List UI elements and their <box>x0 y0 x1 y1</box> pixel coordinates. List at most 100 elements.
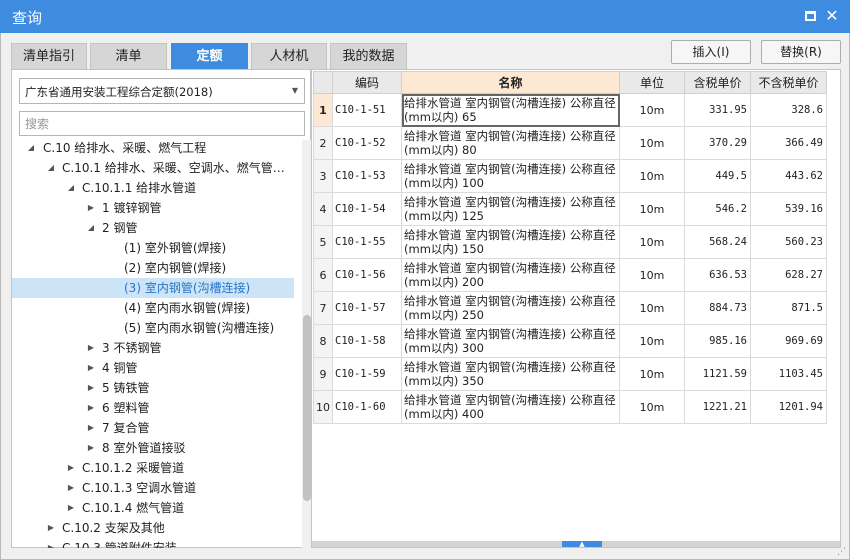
insert-button[interactable]: 插入(I) <box>671 40 751 64</box>
price-tax-cell[interactable]: 331.95 <box>684 93 751 127</box>
tab-labor-material-machine[interactable]: 人材机 <box>251 43 327 69</box>
horizontal-scrollbar[interactable]: ▲ <box>312 541 840 548</box>
tree-toggle-icon[interactable]: ▶ <box>86 338 96 358</box>
code-cell[interactable]: C10-1-57 <box>332 291 402 325</box>
tab-quota[interactable]: 定额 <box>171 43 248 69</box>
price-notax-cell[interactable]: 1201.94 <box>750 390 827 424</box>
price-notax-cell[interactable]: 443.62 <box>750 159 827 193</box>
name-cell[interactable]: 给排水管道 室内钢管(沟槽连接) 公称直径(mm以内) 125 <box>401 192 620 226</box>
tree-node[interactable]: (4) 室内雨水钢管(焊接) <box>12 298 294 318</box>
tree-toggle-icon[interactable]: ▶ <box>86 378 96 398</box>
name-cell[interactable]: 给排水管道 室内钢管(沟槽连接) 公称直径(mm以内) 300 <box>401 324 620 358</box>
name-cell[interactable]: 给排水管道 室内钢管(沟槽连接) 公称直径(mm以内) 350 <box>401 357 620 391</box>
name-cell[interactable]: 给排水管道 室内钢管(沟槽连接) 公称直径(mm以内) 400 <box>401 390 620 424</box>
name-cell[interactable]: 给排水管道 室内钢管(沟槽连接) 公称直径(mm以内) 80 <box>401 126 620 160</box>
price-tax-cell[interactable]: 568.24 <box>684 225 751 259</box>
tree-node[interactable]: ▶ 4 铜管 <box>12 358 294 378</box>
tree-toggle-icon[interactable]: ▶ <box>46 538 56 548</box>
price-notax-cell[interactable]: 628.27 <box>750 258 827 292</box>
unit-cell[interactable]: 10m <box>619 159 685 193</box>
price-notax-cell[interactable]: 560.23 <box>750 225 827 259</box>
table-row[interactable]: 2 C10-1-52 给排水管道 室内钢管(沟槽连接) 公称直径(mm以内) 80 1… <box>313 126 827 160</box>
price-notax-cell[interactable]: 1103.45 <box>750 357 827 391</box>
tab-bill[interactable]: 清单 <box>90 43 167 69</box>
tree-node-selected[interactable]: (3) 室内钢管(沟槽连接) <box>12 278 294 298</box>
row-index-cell[interactable]: 9 <box>313 357 333 391</box>
name-cell[interactable]: 给排水管道 室内钢管(沟槽连接) 公称直径(mm以内) 150 <box>401 225 620 259</box>
resize-grip-icon[interactable]: ⋰ <box>837 547 847 557</box>
search-field[interactable] <box>19 111 305 136</box>
tree-toggle-icon[interactable]: ▶ <box>86 418 96 438</box>
tree-node[interactable]: ▶ 3 不锈钢管 <box>12 338 294 358</box>
tree-toggle-icon[interactable]: ▶ <box>86 358 96 378</box>
chevron-up-icon[interactable]: ▲ <box>562 541 602 548</box>
price-tax-cell[interactable]: 636.53 <box>684 258 751 292</box>
price-tax-cell[interactable]: 884.73 <box>684 291 751 325</box>
tree-toggle-icon[interactable]: ▶ <box>46 518 56 538</box>
price-notax-cell[interactable]: 328.6 <box>750 93 827 127</box>
tree-node[interactable]: ▶ 5 铸铁管 <box>12 378 294 398</box>
row-index-cell[interactable]: 4 <box>313 192 333 226</box>
code-cell[interactable]: C10-1-56 <box>332 258 402 292</box>
unit-cell[interactable]: 10m <box>619 357 685 391</box>
tree-toggle-icon[interactable]: ▶ <box>66 458 76 478</box>
tree-toggle-icon[interactable]: ◢ <box>86 218 96 238</box>
tab-bill-guide[interactable]: 清单指引 <box>11 43 87 69</box>
unit-cell[interactable]: 10m <box>619 126 685 160</box>
tree-node[interactable]: ▶ C.10.1.4 燃气管道 <box>12 498 294 518</box>
tree-node[interactable]: ▶ 6 塑料管 <box>12 398 294 418</box>
tree-node[interactable]: ▶ C.10.1.2 采暖管道 <box>12 458 294 478</box>
code-cell[interactable]: C10-1-54 <box>332 192 402 226</box>
tree-node[interactable]: (2) 室内钢管(焊接) <box>12 258 294 278</box>
unit-cell[interactable]: 10m <box>619 93 685 127</box>
table-row[interactable]: 1 C10-1-51 给排水管道 室内钢管(沟槽连接) 公称直径(mm以内) 65 1… <box>313 93 827 127</box>
col-header-price-notax[interactable]: 不含税单价 <box>750 71 827 94</box>
maximize-icon[interactable] <box>803 9 817 23</box>
tree-scrollbar[interactable] <box>302 140 311 548</box>
row-index-cell[interactable]: 7 <box>313 291 333 325</box>
tree-node[interactable]: ▶ C.10.1.3 空调水管道 <box>12 478 294 498</box>
row-index-cell[interactable]: 6 <box>313 258 333 292</box>
name-cell[interactable]: 给排水管道 室内钢管(沟槽连接) 公称直径(mm以内) 65 <box>401 93 620 127</box>
row-index-cell[interactable]: 1 <box>313 93 333 127</box>
price-tax-cell[interactable]: 985.16 <box>684 324 751 358</box>
row-index-cell[interactable]: 3 <box>313 159 333 193</box>
unit-cell[interactable]: 10m <box>619 258 685 292</box>
tree-node[interactable]: ◢ C.10.1 给排水、采暖、空调水、燃气管… <box>12 158 294 178</box>
tree-node[interactable]: ◢ C.10.1.1 给排水管道 <box>12 178 294 198</box>
scrollbar-thumb[interactable] <box>303 315 311 501</box>
name-cell[interactable]: 给排水管道 室内钢管(沟槽连接) 公称直径(mm以内) 200 <box>401 258 620 292</box>
table-row[interactable]: 9 C10-1-59 给排水管道 室内钢管(沟槽连接) 公称直径(mm以内) 350… <box>313 357 827 391</box>
replace-button[interactable]: 替换(R) <box>761 40 841 64</box>
col-header-name[interactable]: 名称 <box>401 71 620 94</box>
tree-node[interactable]: ▶ 7 复合管 <box>12 418 294 438</box>
price-tax-cell[interactable]: 546.2 <box>684 192 751 226</box>
unit-cell[interactable]: 10m <box>619 291 685 325</box>
tree-toggle-icon[interactable]: ▶ <box>86 398 96 418</box>
tree-toggle-icon[interactable]: ▶ <box>86 198 96 218</box>
price-tax-cell[interactable]: 449.5 <box>684 159 751 193</box>
tree-node[interactable]: (1) 室外钢管(焊接) <box>12 238 294 258</box>
tree-node[interactable]: ▶ C.10.2 支架及其他 <box>12 518 294 538</box>
tree-node[interactable]: ▶ C.10.3 管道附件安装 <box>12 538 294 548</box>
tree-node[interactable]: ◢ 2 钢管 <box>12 218 294 238</box>
price-notax-cell[interactable]: 539.16 <box>750 192 827 226</box>
code-cell[interactable]: C10-1-55 <box>332 225 402 259</box>
table-row[interactable]: 7 C10-1-57 给排水管道 室内钢管(沟槽连接) 公称直径(mm以内) 250… <box>313 291 827 325</box>
table-row[interactable]: 10 C10-1-60 给排水管道 室内钢管(沟槽连接) 公称直径(mm以内) 40… <box>313 390 827 424</box>
price-tax-cell[interactable]: 1121.59 <box>684 357 751 391</box>
tree-toggle-icon[interactable]: ▶ <box>66 478 76 498</box>
search-input[interactable] <box>20 112 304 135</box>
col-header-code[interactable]: 编码 <box>332 71 402 94</box>
price-tax-cell[interactable]: 370.29 <box>684 126 751 160</box>
name-cell[interactable]: 给排水管道 室内钢管(沟槽连接) 公称直径(mm以内) 250 <box>401 291 620 325</box>
code-cell[interactable]: C10-1-60 <box>332 390 402 424</box>
table-row[interactable]: 8 C10-1-58 给排水管道 室内钢管(沟槽连接) 公称直径(mm以内) 300… <box>313 324 827 358</box>
unit-cell[interactable]: 10m <box>619 324 685 358</box>
tree-node[interactable]: ◢ C.10 给排水、采暖、燃气工程 <box>12 138 294 158</box>
row-index-cell[interactable]: 2 <box>313 126 333 160</box>
table-row[interactable]: 6 C10-1-56 给排水管道 室内钢管(沟槽连接) 公称直径(mm以内) 200… <box>313 258 827 292</box>
price-notax-cell[interactable]: 969.69 <box>750 324 827 358</box>
code-cell[interactable]: C10-1-51 <box>332 93 402 127</box>
tree-toggle-icon[interactable]: ▶ <box>66 498 76 518</box>
